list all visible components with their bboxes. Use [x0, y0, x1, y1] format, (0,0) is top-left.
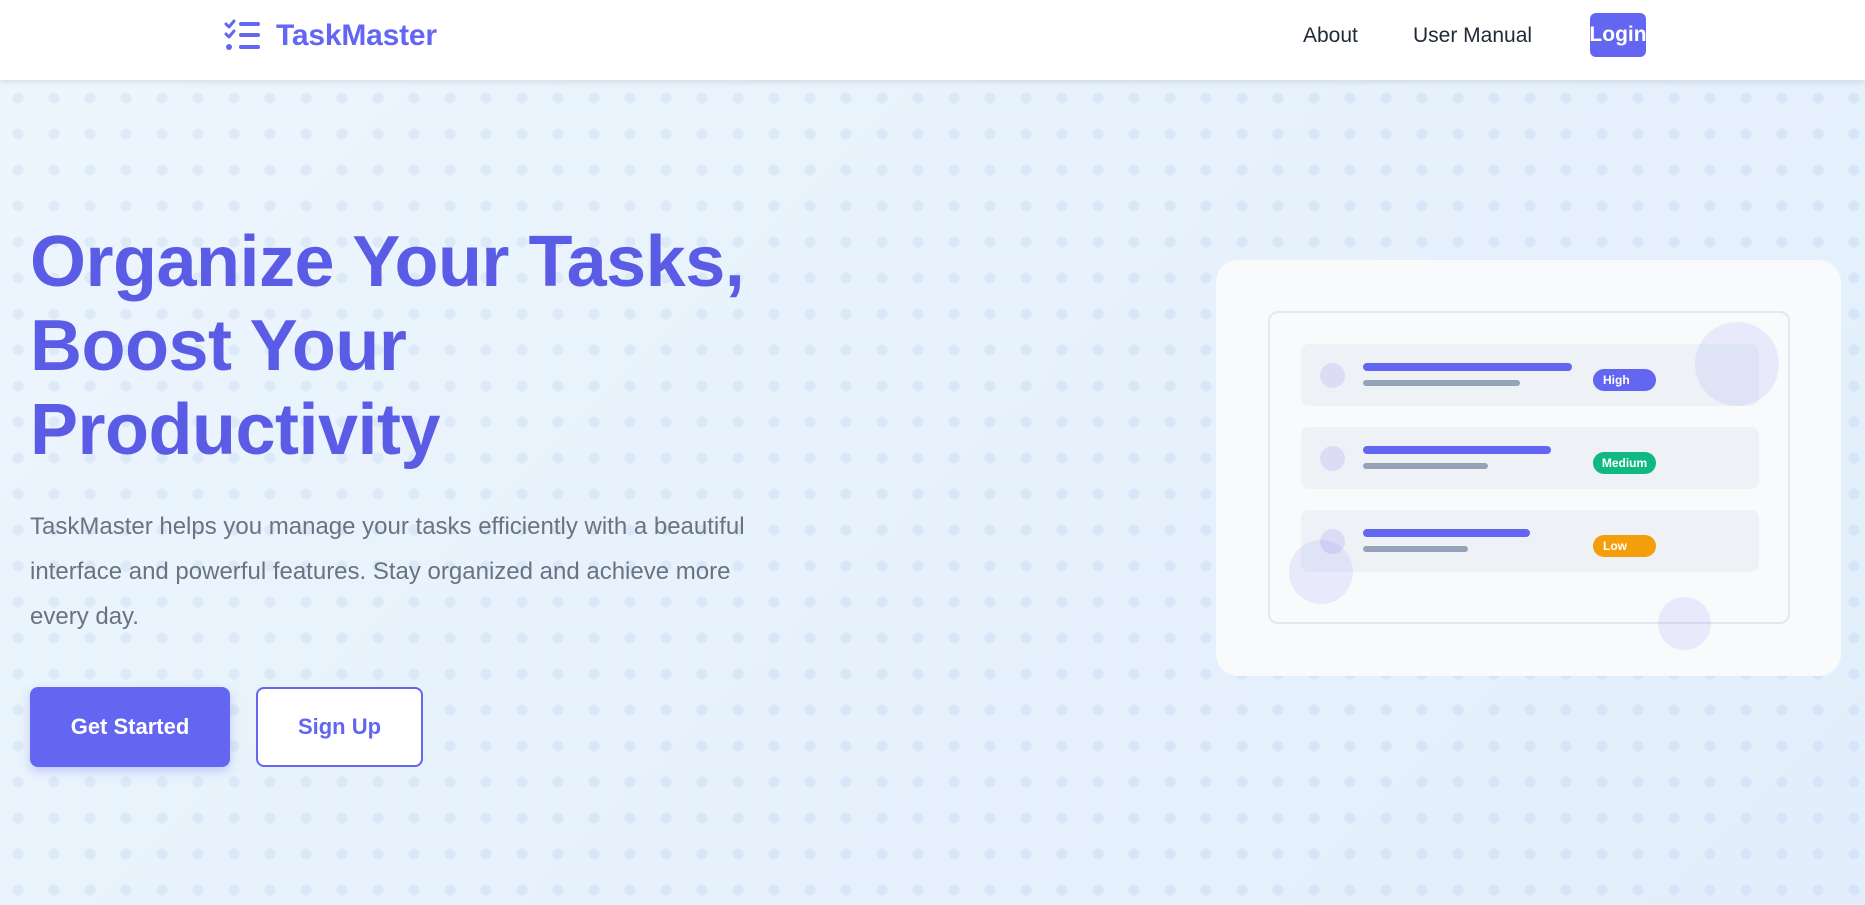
task-list-icon: [224, 19, 260, 50]
task-checkbox-icon: [1320, 363, 1345, 388]
nav-link-user-manual[interactable]: User Manual: [1413, 24, 1532, 48]
hero-title-line-2: Boost Your: [30, 306, 407, 386]
task-preview-row: High: [1301, 344, 1759, 406]
hero-title-line-1: Organize Your Tasks,: [30, 222, 745, 302]
decorative-bubble: [1658, 597, 1711, 650]
top-navbar: TaskMaster About User Manual Login: [0, 0, 1865, 80]
nav-link-about[interactable]: About: [1303, 24, 1358, 48]
priority-badge-low: Low: [1593, 535, 1656, 557]
nav-item-about[interactable]: About: [1303, 14, 1358, 58]
task-title-placeholder: [1363, 529, 1530, 537]
brand-name: TaskMaster: [276, 19, 437, 52]
task-preview-row: Medium: [1301, 427, 1759, 489]
task-subtitle-placeholder: [1363, 463, 1488, 469]
task-checkbox-icon: [1320, 446, 1345, 471]
login-button[interactable]: Login: [1589, 13, 1647, 57]
task-preview-illustration: High Medium Low: [1216, 260, 1841, 676]
task-title-placeholder: [1363, 363, 1572, 371]
priority-badge-high: High: [1593, 369, 1656, 391]
brand-logo[interactable]: TaskMaster: [224, 18, 437, 54]
hero-title-line-3: Productivity: [30, 390, 441, 470]
task-subtitle-placeholder: [1363, 380, 1520, 386]
task-preview-row: Low: [1301, 510, 1759, 572]
decorative-bubble: [1289, 540, 1353, 604]
get-started-button[interactable]: Get Started: [30, 687, 230, 767]
task-title-placeholder: [1363, 446, 1551, 454]
sign-up-button[interactable]: Sign Up: [256, 687, 423, 767]
nav-item-user-manual[interactable]: User Manual: [1413, 14, 1532, 58]
task-subtitle-placeholder: [1363, 546, 1468, 552]
decorative-bubble: [1695, 322, 1779, 406]
priority-badge-medium: Medium: [1593, 452, 1656, 474]
hero-description: TaskMaster helps you manage your tasks e…: [30, 513, 745, 630]
hero-title: Organize Your Tasks, Boost Your Producti…: [30, 220, 790, 472]
